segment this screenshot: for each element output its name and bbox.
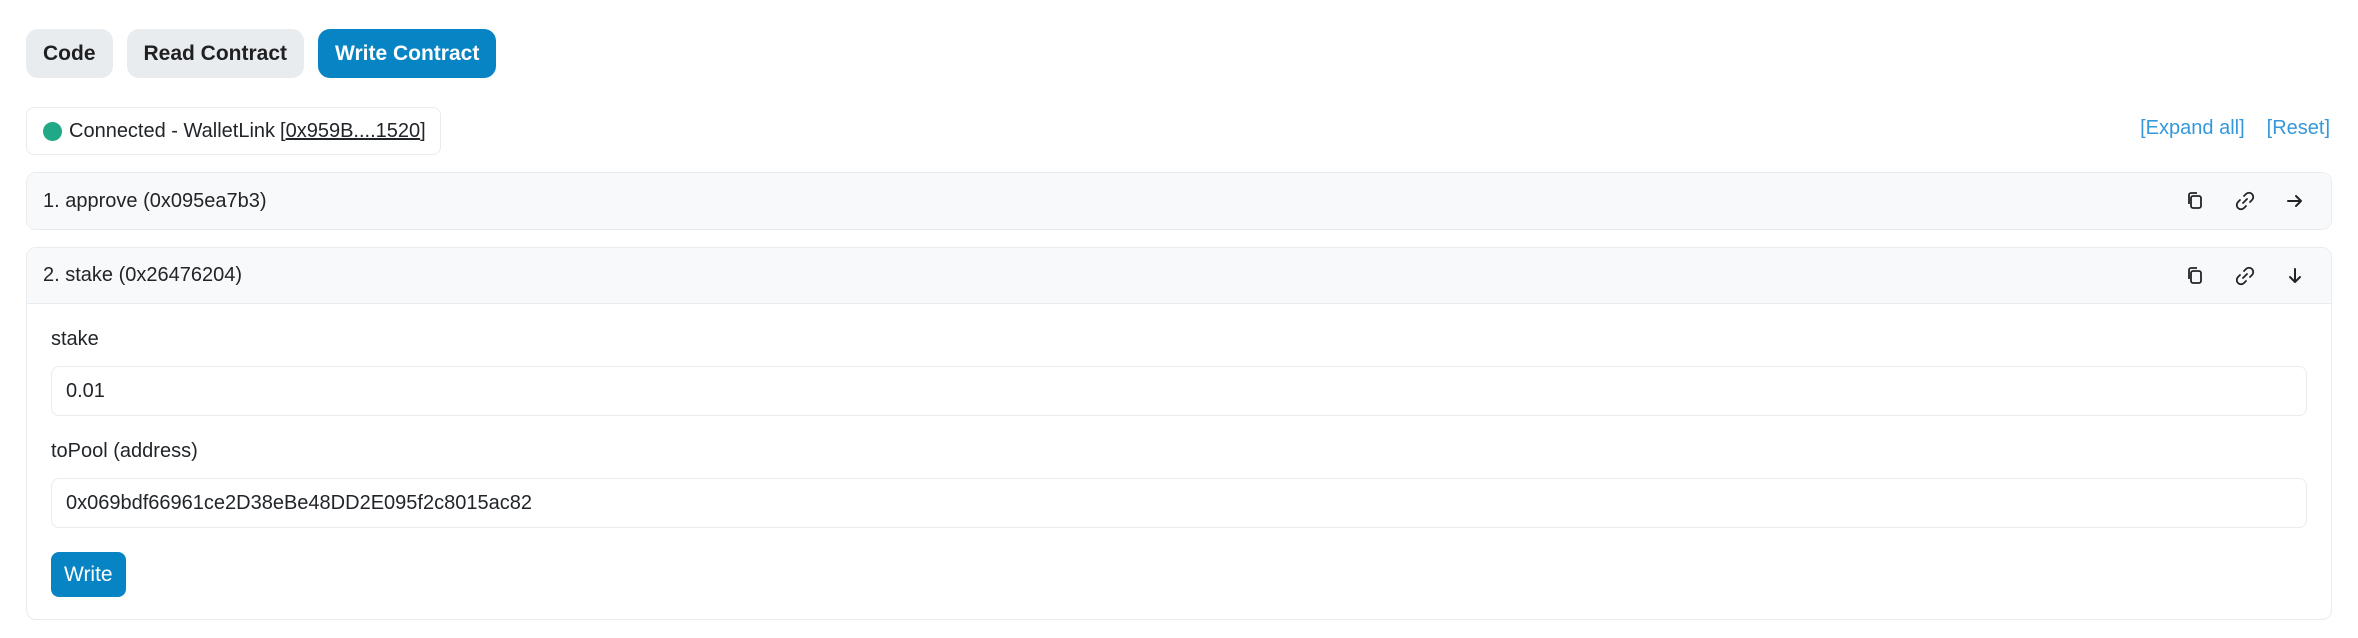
method-header-approve[interactable]: 1. approve (0x095ea7b3) (27, 173, 2331, 229)
arrow-down-icon[interactable] (2275, 256, 2315, 296)
method-card-stake: 2. stake (0x26476204) stake 0.01 toPool … (26, 247, 2332, 620)
link-icon[interactable] (2225, 256, 2265, 296)
contract-tabs: Code Read Contract Write Contract (26, 29, 497, 78)
method-title: 1. approve (0x095ea7b3) (43, 189, 267, 212)
expand-all-link[interactable]: [Expand all] (2140, 117, 2245, 140)
copy-icon[interactable] (2175, 256, 2215, 296)
method-body-stake: stake 0.01 toPool (address) 0x069bdf6696… (27, 304, 2331, 619)
reset-link[interactable]: [Reset] (2267, 117, 2330, 140)
arrow-right-icon[interactable] (2275, 181, 2315, 221)
topool-address-input[interactable]: 0x069bdf66961ce2D38eBe48DD2E095f2c8015ac… (51, 478, 2307, 528)
tab-write-contract[interactable]: Write Contract (318, 29, 497, 78)
wallet-connection-status[interactable]: Connected - WalletLink [0x959B....1520] (26, 107, 441, 155)
method-header-stake[interactable]: 2. stake (0x26476204) (27, 248, 2331, 304)
stake-input[interactable]: 0.01 (51, 366, 2307, 416)
tab-read-contract[interactable]: Read Contract (126, 29, 305, 78)
bracket-close: ] (420, 119, 426, 142)
connection-status-text: Connected - WalletLink (69, 119, 276, 142)
topool-field-label: toPool (address) (51, 440, 198, 462)
tab-code[interactable]: Code (26, 29, 113, 78)
link-icon[interactable] (2225, 181, 2265, 221)
method-card-approve: 1. approve (0x095ea7b3) (26, 172, 2332, 230)
connected-status-icon (43, 121, 62, 141)
top-links: [Expand all] [Reset] (2140, 117, 2330, 140)
wallet-address-link[interactable]: 0x959B....1520 (286, 120, 421, 143)
stake-field-label: stake (51, 328, 99, 350)
write-button[interactable]: Write (51, 552, 126, 597)
method-title: 2. stake (0x26476204) (43, 264, 243, 286)
copy-icon[interactable] (2175, 181, 2215, 221)
